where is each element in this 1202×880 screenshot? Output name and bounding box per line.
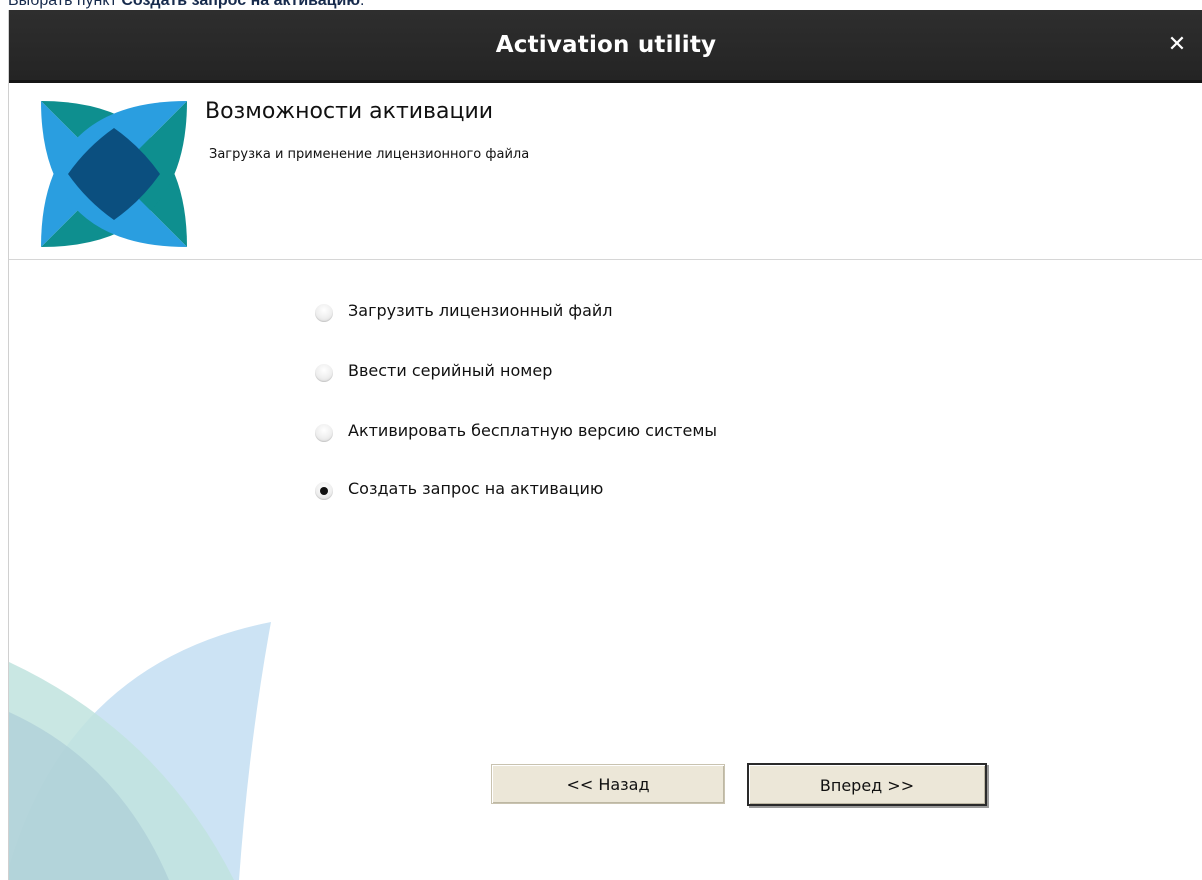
radio-enter-serial-number[interactable] (315, 364, 333, 382)
page-title: Возможности активации (205, 99, 494, 124)
radio-activate-free-version[interactable] (315, 424, 333, 442)
option-label: Загрузить лицензионный файл (348, 300, 613, 320)
caption-bold: Создать запрос на активацию (121, 0, 361, 9)
activation-window: Activation utility ✕ Возможности активац… (8, 10, 1202, 880)
option-enter-serial-number[interactable]: Ввести серийный номер (315, 356, 552, 384)
option-label: Ввести серийный номер (348, 360, 553, 380)
wizard-header: Возможности активации Загрузка и примене… (9, 83, 1202, 260)
option-load-license-file[interactable]: Загрузить лицензионный файл (315, 296, 613, 324)
window-title: Activation utility (495, 32, 717, 58)
app-logo-icon (41, 101, 187, 247)
close-icon[interactable]: ✕ (1165, 30, 1189, 60)
radio-create-activation-request[interactable] (315, 482, 333, 500)
background-leaf-shape (9, 622, 271, 880)
option-label: Создать запрос на активацию (348, 478, 604, 498)
option-create-activation-request[interactable]: Создать запрос на активацию (315, 474, 603, 502)
page-caption: Выбрать пункт Создать запрос на активаци… (8, 0, 364, 10)
radio-load-license-file[interactable] (315, 304, 333, 322)
caption-suffix: . (360, 0, 365, 9)
page-subtitle: Загрузка и применение лицензионного файл… (209, 147, 530, 162)
back-button[interactable]: << Назад (491, 764, 725, 804)
option-activate-free-version[interactable]: Активировать бесплатную версию системы (315, 416, 717, 444)
title-bar: Activation utility ✕ (9, 10, 1202, 83)
next-button[interactable]: Вперед >> (747, 763, 987, 806)
caption-prefix: Выбрать пункт (8, 0, 122, 9)
option-label: Активировать бесплатную версию системы (348, 420, 718, 440)
